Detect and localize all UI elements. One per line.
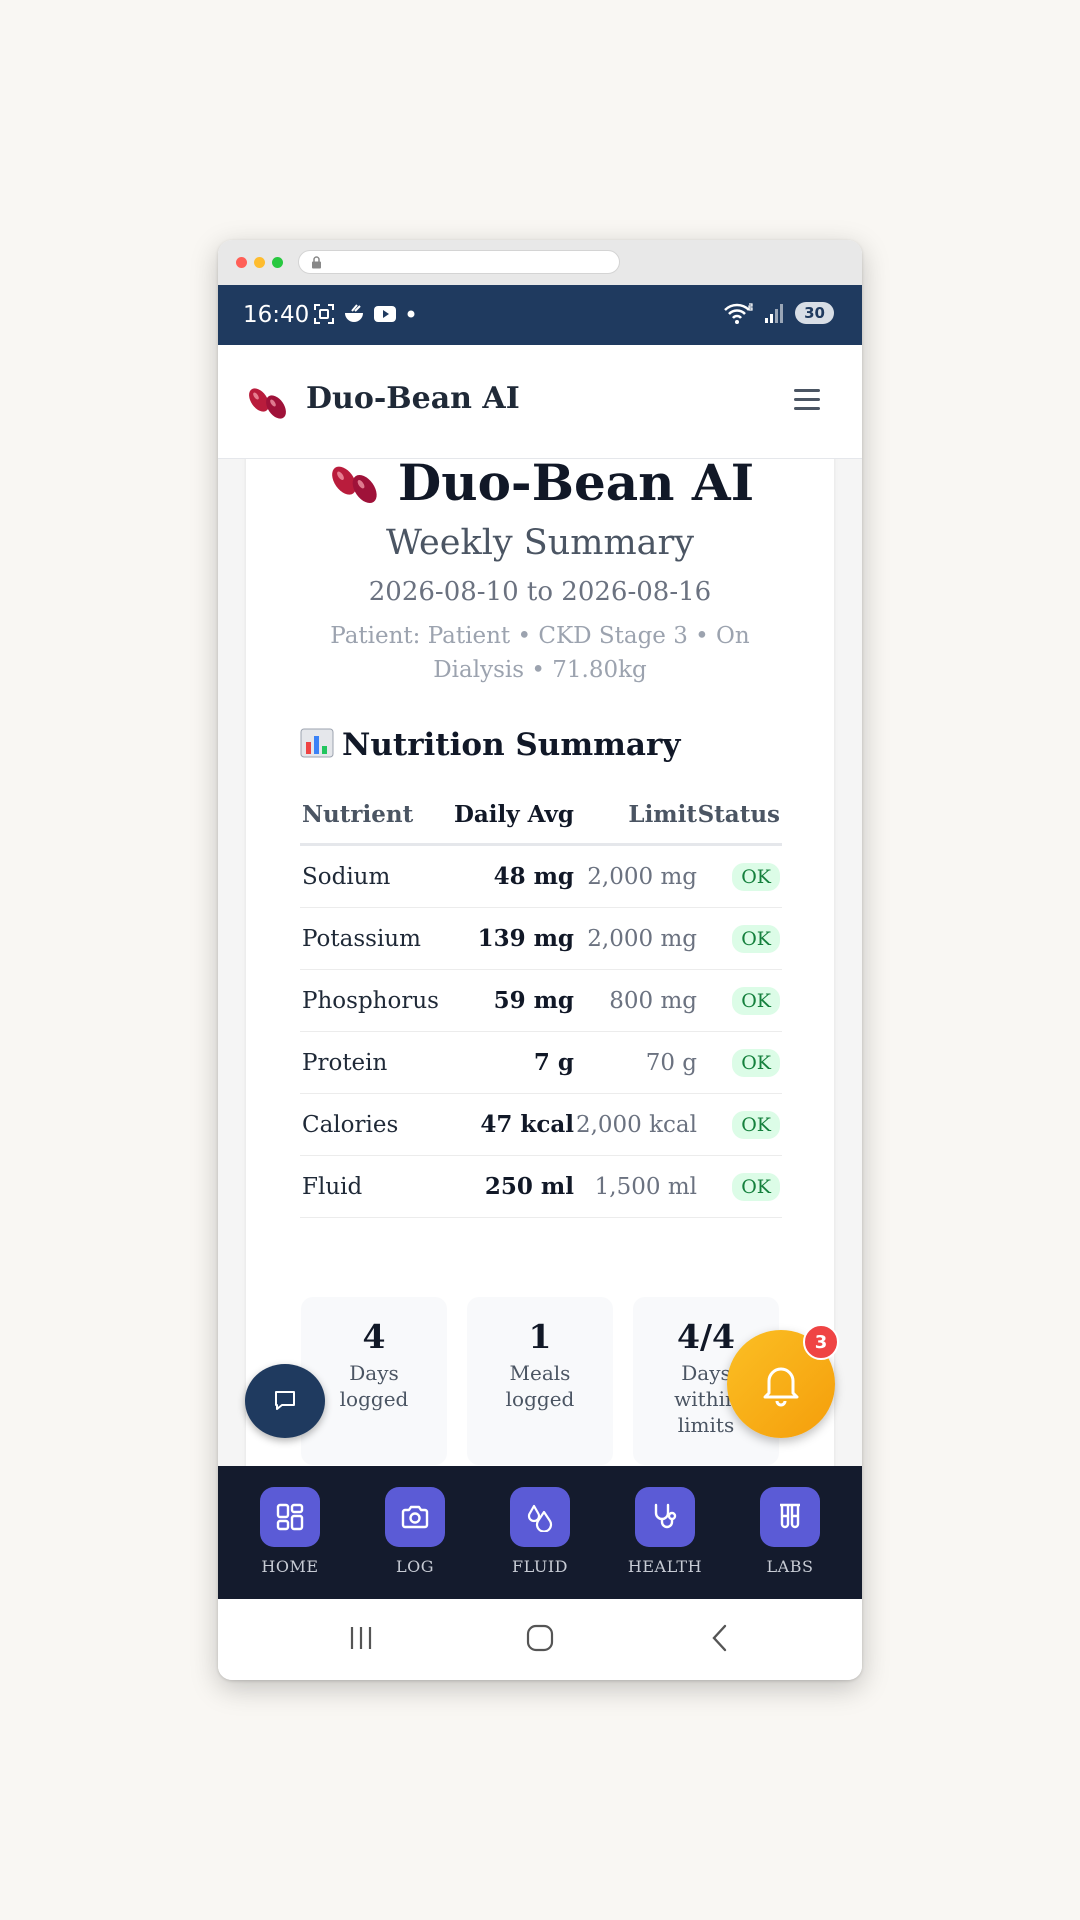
- hero-title-row: Duo-Bean AI: [246, 459, 834, 512]
- table-row: Protein 7 g 70 g OK: [300, 1031, 782, 1094]
- app-header: Duo-Bean AI: [218, 345, 862, 459]
- nav-label: HOME: [261, 1557, 319, 1576]
- nav-item-labs[interactable]: LABS: [735, 1487, 845, 1576]
- table-row: Phosphorus 59 mg 800 mg OK: [300, 969, 782, 1032]
- nav-item-home[interactable]: HOME: [235, 1487, 345, 1576]
- status-badge: OK: [732, 986, 780, 1015]
- column-header-daily-avg: Daily Avg: [452, 785, 574, 846]
- signal-icon: [765, 304, 784, 323]
- nutrition-section-title: Nutrition Summary: [300, 727, 680, 763]
- youtube-icon: [374, 306, 396, 322]
- column-header-status: Status: [697, 785, 782, 846]
- test-tubes-icon: [780, 1503, 800, 1529]
- bottom-navigation: HOME LOG FLUID HEALTH LABS: [218, 1466, 862, 1599]
- nutrient-name: Potassium: [300, 907, 452, 970]
- daily-avg-value: 250 ml: [452, 1155, 574, 1218]
- table-row: Fluid 250 ml 1,500 ml OK: [300, 1155, 782, 1218]
- home-icon[interactable]: [525, 1623, 555, 1653]
- date-range: 2026-08-10 to 2026-08-16: [368, 577, 712, 607]
- browser-toolbar: [218, 240, 862, 285]
- table-row: Sodium 48 mg 2,000 mg OK: [300, 844, 782, 908]
- daily-avg-value: 139 mg: [452, 907, 574, 970]
- back-icon[interactable]: [706, 1623, 736, 1653]
- dot-icon: [407, 310, 415, 318]
- nutrient-name: Protein: [300, 1031, 452, 1094]
- column-header-limit: Limit: [574, 785, 697, 846]
- stat-value: 4: [362, 1317, 386, 1356]
- hamburger-menu-icon[interactable]: [794, 389, 820, 416]
- limit-value: 800 mg: [574, 969, 697, 1032]
- report-subtitle: Weekly Summary: [385, 523, 695, 563]
- beans-logo-icon: [249, 388, 286, 419]
- stat-value: 1: [528, 1317, 552, 1356]
- status-badge: OK: [732, 862, 780, 891]
- daily-avg-value: 7 g: [452, 1031, 574, 1094]
- column-header-nutrient: Nutrient: [300, 785, 452, 846]
- nav-item-fluid[interactable]: FLUID: [485, 1487, 595, 1576]
- system-navigation-bar: [218, 1599, 862, 1680]
- status-badge: OK: [732, 1172, 780, 1201]
- screenshot-icon: [314, 304, 334, 324]
- notifications-button[interactable]: 3: [727, 1324, 839, 1438]
- bar-chart-icon: [300, 728, 334, 758]
- limit-value: 2,000 kcal: [574, 1093, 697, 1156]
- table-header-row: Nutrient Daily Avg Limit Status: [300, 785, 782, 846]
- status-badge: OK: [732, 1048, 780, 1077]
- report-title: Duo-Bean AI: [397, 459, 755, 512]
- chat-icon: [275, 1391, 295, 1410]
- daily-avg-value: 48 mg: [452, 844, 574, 908]
- status-badge: OK: [732, 1110, 780, 1139]
- nav-label: HEALTH: [627, 1557, 703, 1576]
- clock: 16:40: [243, 302, 310, 328]
- status-bar: 16:40 30: [218, 285, 862, 345]
- limit-value: 1,500 ml: [574, 1155, 697, 1218]
- nutrition-table: Nutrient Daily Avg Limit Status Sodium 4…: [300, 785, 782, 1218]
- rice-bowl-icon: [345, 304, 363, 322]
- wifi-icon: [724, 303, 753, 324]
- grid-icon: [276, 1503, 304, 1531]
- nav-item-log[interactable]: LOG: [360, 1487, 470, 1576]
- limit-value: 70 g: [574, 1031, 697, 1094]
- patient-info: Patient: Patient • CKD Stage 3 • On Dial…: [330, 623, 750, 683]
- bell-icon: [763, 1367, 799, 1407]
- lock-icon: [312, 256, 321, 269]
- battery-indicator: 30: [795, 302, 834, 324]
- nutrient-name: Sodium: [300, 844, 452, 908]
- beans-logo-icon: [332, 466, 377, 503]
- stat-label: Meals logged: [505, 1361, 575, 1411]
- stethoscope-icon: [654, 1503, 677, 1529]
- recent-apps-icon[interactable]: [346, 1623, 376, 1653]
- table-row: Calories 47 kcal 2,000 kcal OK: [300, 1093, 782, 1156]
- app-title[interactable]: Duo-Bean AI: [306, 381, 520, 416]
- notification-icons: [313, 303, 417, 325]
- limit-value: 2,000 mg: [574, 844, 697, 908]
- close-window-dot[interactable]: [236, 257, 247, 268]
- camera-icon: [401, 1505, 429, 1529]
- nutrient-name: Calories: [300, 1093, 452, 1156]
- limit-value: 2,000 mg: [574, 907, 697, 970]
- chat-button[interactable]: [245, 1364, 325, 1438]
- nutrient-name: Phosphorus: [300, 969, 452, 1032]
- notification-count-badge: 3: [803, 1324, 839, 1360]
- address-bar[interactable]: [298, 250, 620, 274]
- stat-card-days-logged: 4 Days logged: [301, 1297, 447, 1465]
- nav-label: LOG: [395, 1557, 435, 1576]
- stat-card-meals-logged: 1 Meals logged: [467, 1297, 613, 1465]
- nutrient-name: Fluid: [300, 1155, 452, 1218]
- status-badge: OK: [732, 924, 780, 953]
- nav-label: FLUID: [512, 1557, 568, 1576]
- droplets-icon: [527, 1504, 553, 1532]
- system-indicators: 30: [723, 301, 834, 325]
- nav-item-health[interactable]: HEALTH: [610, 1487, 720, 1576]
- maximize-window-dot[interactable]: [272, 257, 283, 268]
- minimize-window-dot[interactable]: [254, 257, 265, 268]
- daily-avg-value: 47 kcal: [452, 1093, 574, 1156]
- phone-frame: 16:40 30 Duo-Bean AI Duo-Bean AI Weekly …: [218, 240, 862, 1680]
- nav-label: LABS: [766, 1557, 814, 1576]
- daily-avg-value: 59 mg: [452, 969, 574, 1032]
- table-row: Potassium 139 mg 2,000 mg OK: [300, 907, 782, 970]
